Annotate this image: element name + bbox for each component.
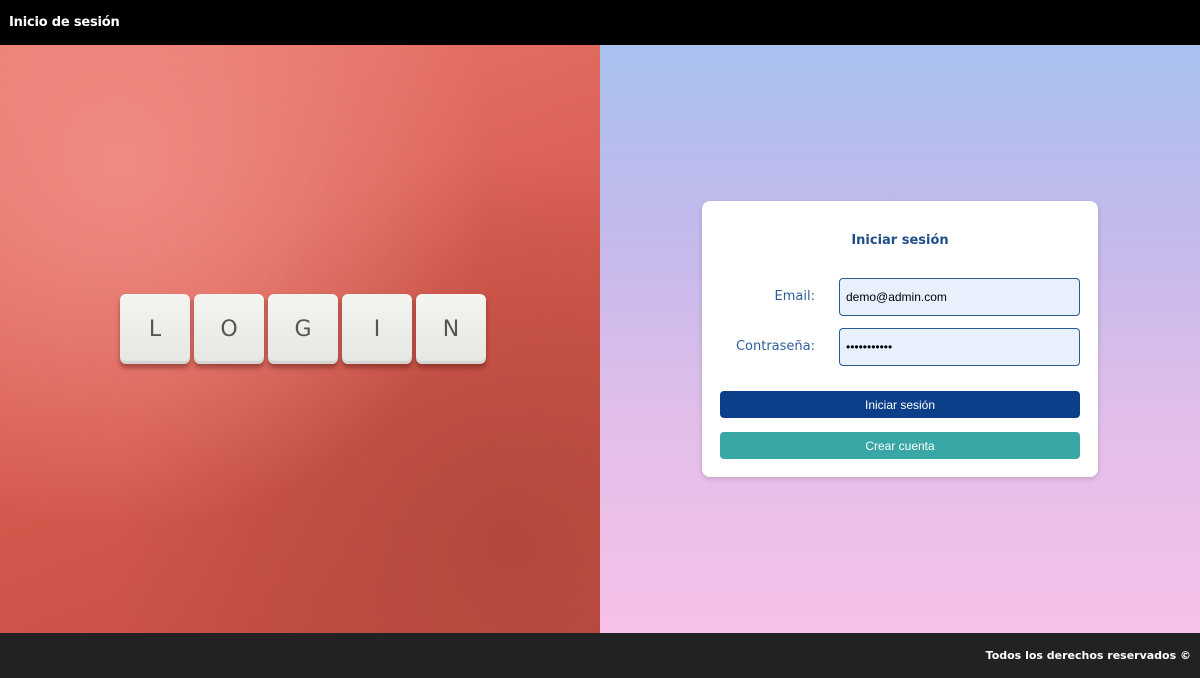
key-tile: L [120,294,190,364]
login-keys: L O G I N [120,294,486,364]
page-title: Inicio de sesión [9,15,120,30]
password-row: Contraseña: [702,328,1098,366]
login-button[interactable]: Iniciar sesión [720,391,1080,418]
key-tile: G [268,294,338,364]
login-card: Iniciar sesión Email: Contraseña: Inicia… [702,201,1098,477]
email-row: Email: [702,278,1098,316]
email-label: Email: [774,289,815,304]
login-panel: Iniciar sesión Email: Contraseña: Inicia… [600,45,1200,633]
password-field[interactable] [839,328,1080,366]
password-label: Contraseña: [735,339,815,354]
key-tile: N [416,294,486,364]
hero-image: L O G I N [0,45,600,633]
key-tile: I [342,294,412,364]
copyright-text: Todos los derechos reservados © [985,649,1191,662]
footer: Todos los derechos reservados © [0,633,1200,678]
top-bar: Inicio de sesión [0,0,1200,45]
email-field[interactable] [839,278,1080,316]
key-tile: O [194,294,264,364]
login-title: Iniciar sesión [851,233,949,248]
create-account-button[interactable]: Crear cuenta [720,432,1080,459]
